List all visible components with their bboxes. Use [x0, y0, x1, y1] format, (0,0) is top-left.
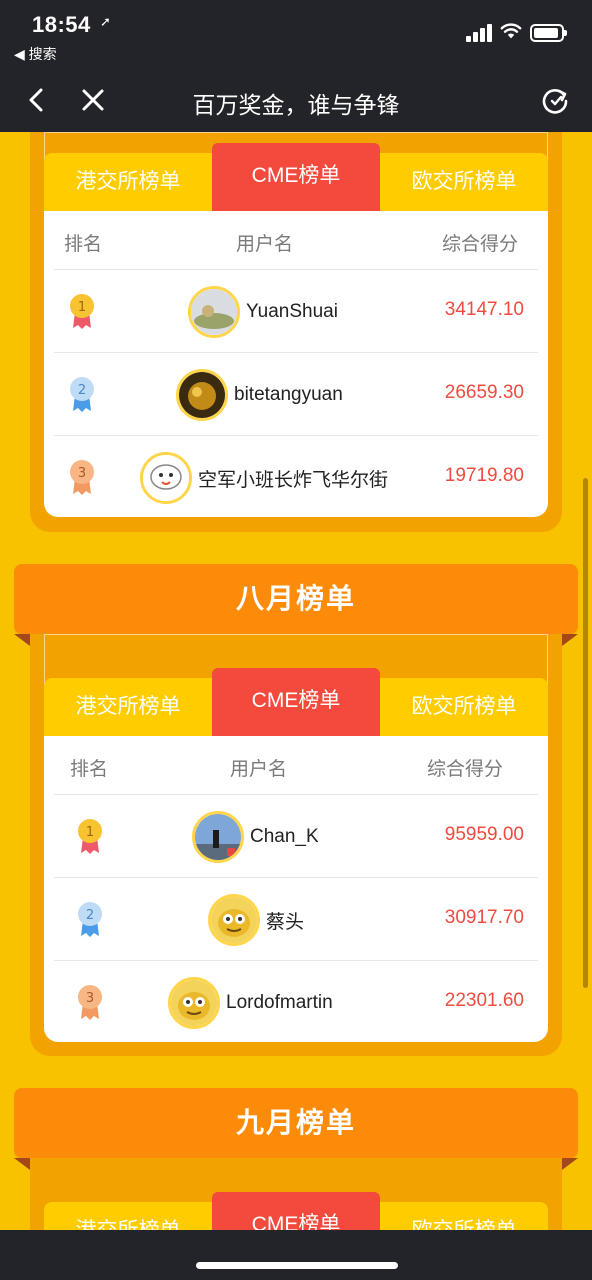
avatar: [168, 977, 220, 1029]
medal-gold-icon: 1: [70, 294, 94, 329]
score-value: 26659.30: [444, 382, 524, 403]
score-value: 19719.80: [444, 465, 524, 486]
header-rank: 排名: [70, 759, 109, 780]
wifi-icon: [500, 23, 522, 39]
user-cell: bitetangyuan: [176, 368, 343, 422]
status-time: 18:54: [32, 12, 91, 37]
table-row[interactable]: 1 Chan_K 95959.00: [54, 795, 538, 878]
leaderboard-table: 排名 用户名 综合得分 1 YuanShuai 34147.10 2 bitet…: [44, 211, 548, 517]
tab-hkex[interactable]: 港交所榜单: [44, 678, 212, 736]
medal-gold-icon: 1: [78, 819, 102, 854]
location-arrow-icon: ➚: [100, 14, 111, 29]
table-row[interactable]: 3 Lordofmartin 22301.60: [54, 961, 538, 1044]
table-row[interactable]: 3 空军小班长炸飞华尔街 19719.80: [54, 436, 538, 519]
exchange-tabs: 港交所榜单 CME榜单 欧交所榜单: [44, 143, 548, 211]
table-header: 排名 用户名 综合得分: [54, 211, 538, 270]
leaderboard-scroll-area[interactable]: 港交所榜单 CME榜单 欧交所榜单 排名 用户名 综合得分 1 YuanShua…: [0, 132, 592, 1230]
scrollbar[interactable]: [583, 478, 588, 988]
tab-euro[interactable]: 欧交所榜单: [380, 153, 548, 211]
tab-euro[interactable]: 欧交所榜单: [380, 1202, 548, 1230]
avatar: [188, 286, 240, 338]
table-row[interactable]: 2 蔡头 30917.70: [54, 878, 538, 961]
user-cell: Lordofmartin: [168, 976, 333, 1030]
header-score: 综合得分: [427, 759, 504, 780]
tab-cme[interactable]: CME榜单: [212, 1192, 380, 1230]
medal-silver-icon: 2: [70, 377, 94, 412]
score-value: 22301.60: [444, 990, 524, 1011]
svg-text:2: 2: [78, 383, 86, 398]
month-banner: 九月榜单: [14, 1088, 578, 1158]
table-header: 排名 用户名 综合得分: [54, 736, 538, 795]
exchange-tabs: 港交所榜单 CME榜单 欧交所榜单: [44, 1192, 548, 1230]
medal-silver-icon: 2: [78, 902, 102, 937]
battery-icon: [530, 24, 567, 42]
svg-text:2: 2: [86, 908, 94, 923]
tab-hkex[interactable]: 港交所榜单: [44, 1202, 212, 1230]
tab-hkex[interactable]: 港交所榜单: [44, 153, 212, 211]
username: 蔡头: [266, 911, 305, 933]
svg-text:3: 3: [78, 466, 86, 481]
tab-euro[interactable]: 欧交所榜单: [380, 678, 548, 736]
home-indicator[interactable]: [196, 1262, 398, 1269]
svg-text:1: 1: [78, 300, 86, 315]
table-row[interactable]: 1 YuanShuai 34147.10: [54, 270, 538, 353]
back-to-search-link[interactable]: ◀ 搜索: [14, 44, 57, 64]
exchange-tabs: 港交所榜单 CME榜单 欧交所榜单: [44, 668, 548, 736]
user-cell: 蔡头: [208, 893, 304, 947]
avatar: [192, 811, 244, 863]
avatar: [140, 452, 192, 504]
refresh-icon[interactable]: [540, 86, 570, 116]
home-indicator-bar: [0, 1230, 592, 1280]
table-row[interactable]: 2 bitetangyuan 26659.30: [54, 353, 538, 436]
header-username: 用户名: [236, 234, 294, 255]
avatar: [176, 369, 228, 421]
tab-cme[interactable]: CME榜单: [212, 143, 380, 211]
user-cell: 空军小班长炸飞华尔街: [140, 451, 388, 505]
medal-bronze-icon: 3: [78, 985, 102, 1020]
page-title: 百万奖金，谁与争锋: [192, 92, 400, 118]
score-value: 30917.70: [444, 907, 524, 928]
top-bar: 18:54 ➚ ◀ 搜索 百万奖金，谁与争锋: [0, 0, 592, 132]
header-username: 用户名: [230, 759, 288, 780]
header-score: 综合得分: [442, 234, 519, 255]
leaderboard-table: 排名 用户名 综合得分 1 Chan_K 95959.00 2 蔡头 30917…: [44, 736, 548, 1042]
username: 空军小班长炸飞华尔街: [198, 469, 389, 491]
username: Lordofmartin: [226, 992, 333, 1013]
header-rank: 排名: [64, 234, 103, 255]
username: YuanShuai: [246, 301, 338, 322]
signal-icon: [466, 22, 494, 42]
avatar: [208, 894, 260, 946]
score-value: 95959.00: [444, 824, 524, 845]
medal-bronze-icon: 3: [70, 460, 94, 495]
username: Chan_K: [250, 826, 319, 847]
user-cell: Chan_K: [192, 810, 319, 864]
score-value: 34147.10: [444, 299, 524, 320]
svg-text:1: 1: [86, 825, 94, 840]
username: bitetangyuan: [234, 384, 343, 405]
user-cell: YuanShuai: [188, 285, 338, 339]
tab-cme[interactable]: CME榜单: [212, 668, 380, 736]
month-banner: 八月榜单: [14, 564, 578, 634]
svg-text:3: 3: [86, 991, 94, 1006]
